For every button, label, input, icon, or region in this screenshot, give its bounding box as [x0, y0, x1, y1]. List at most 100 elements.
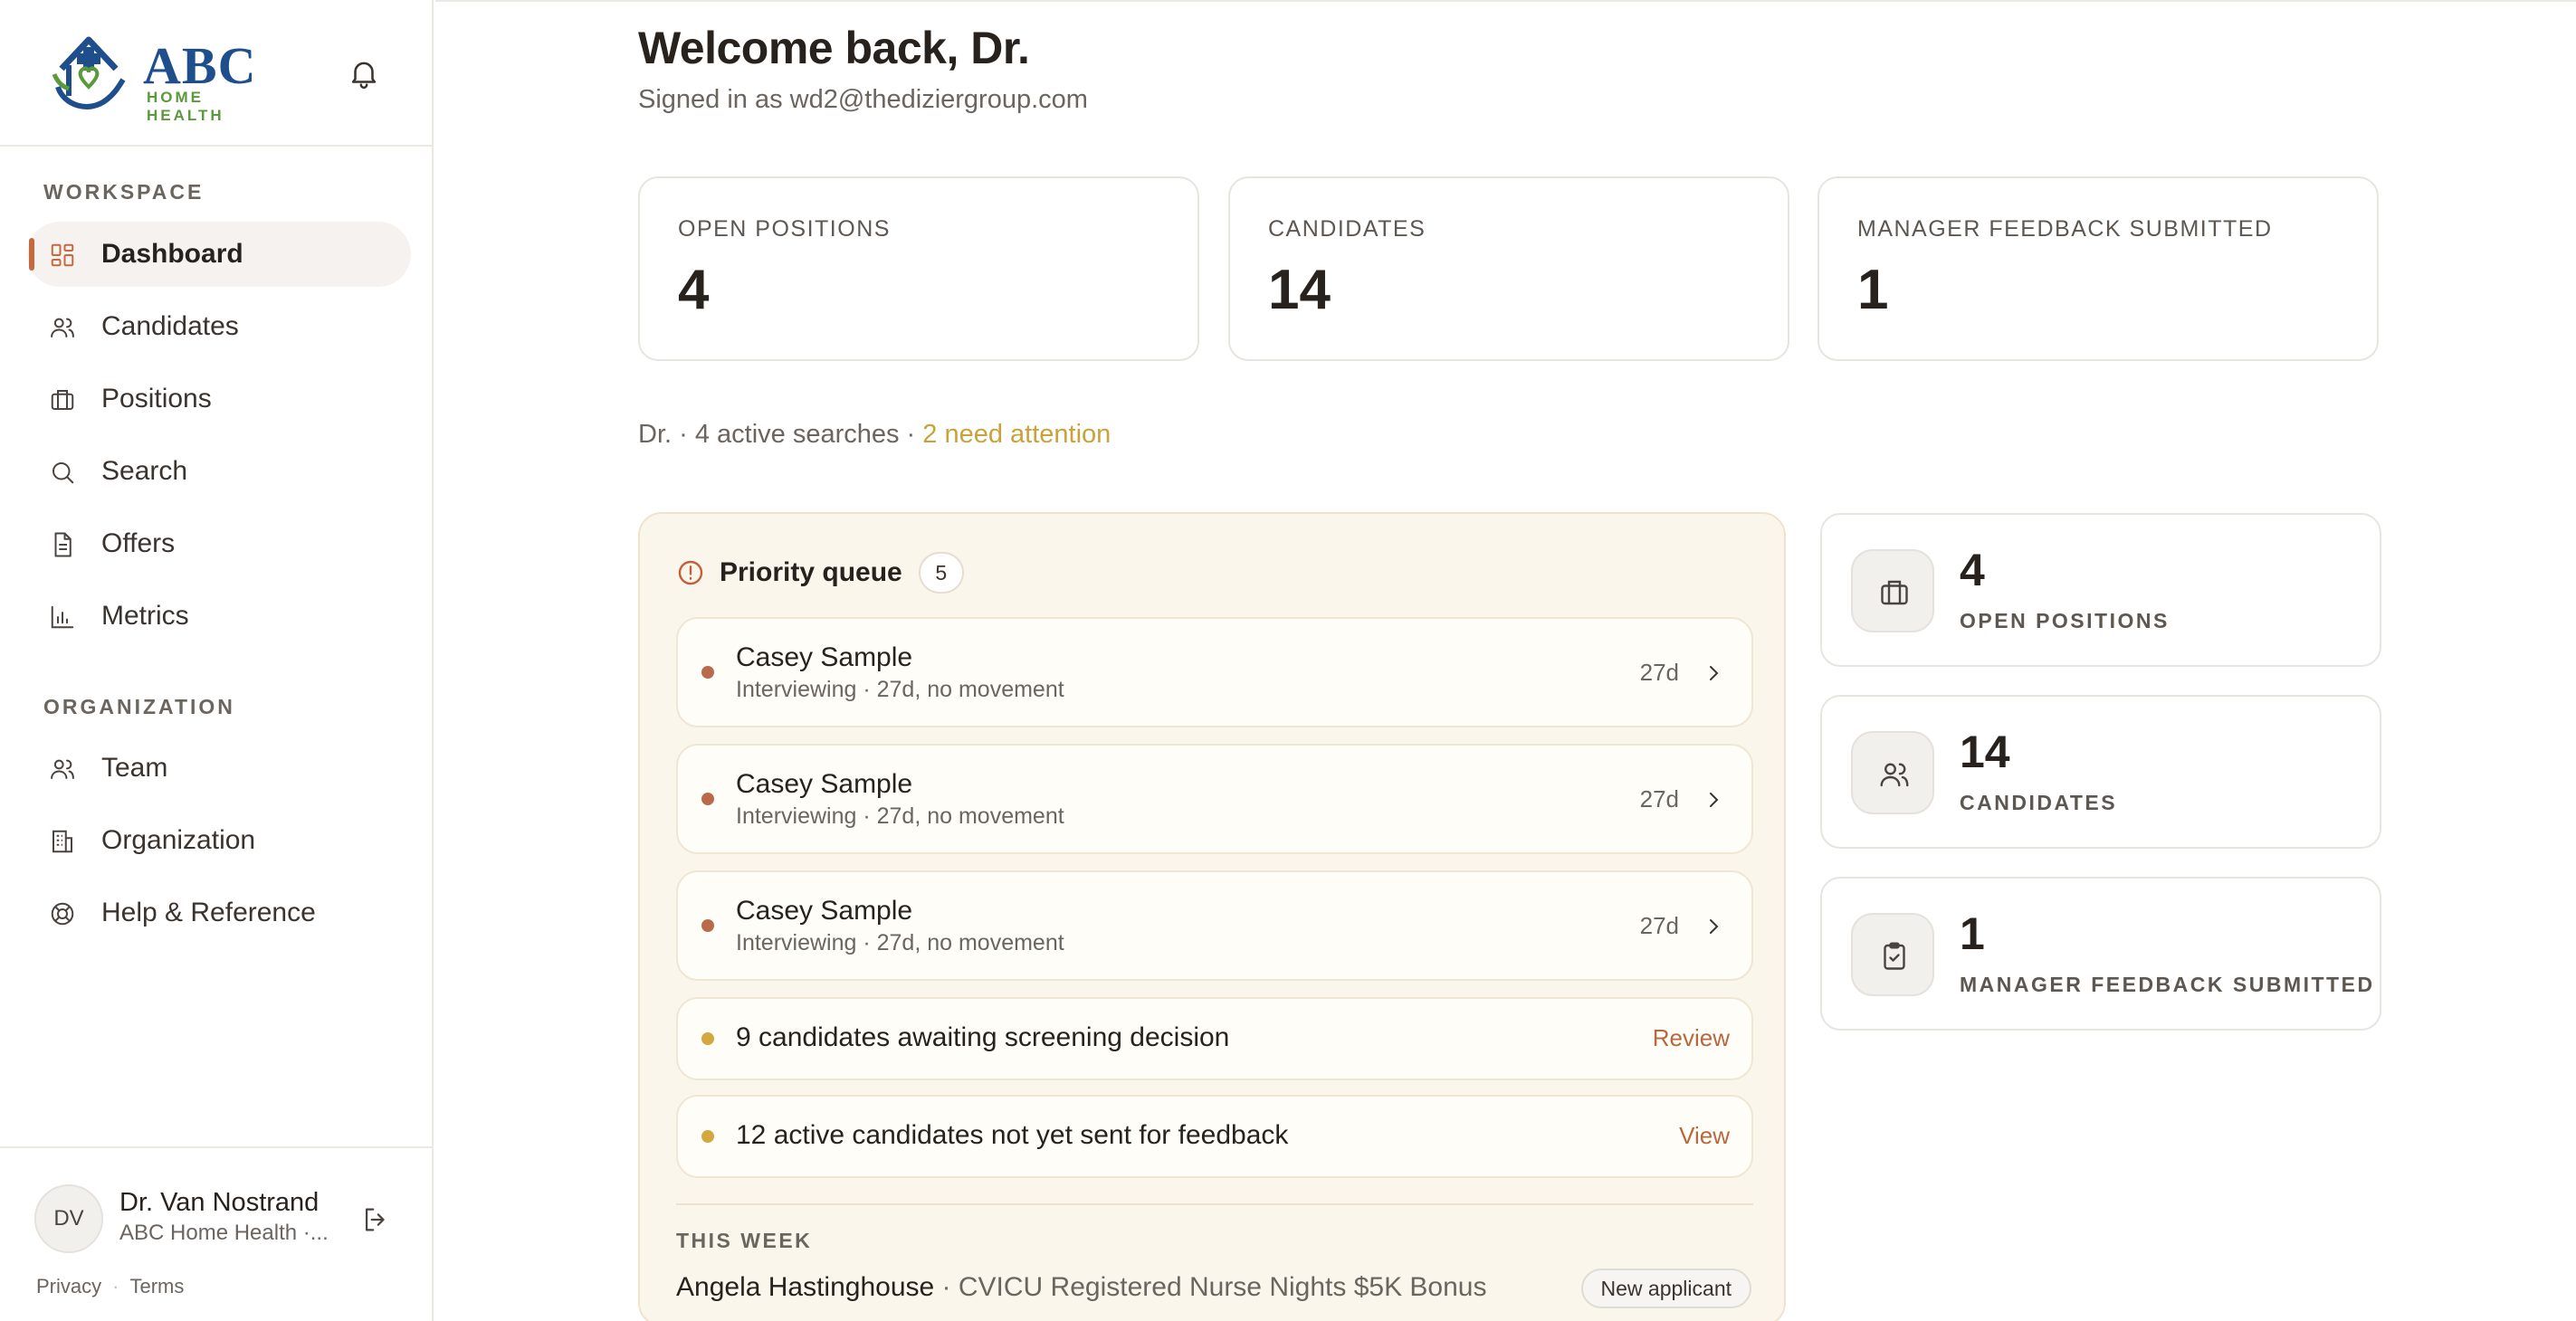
- sidebar-item-label: Metrics: [101, 601, 189, 631]
- privacy-link[interactable]: Privacy: [36, 1275, 101, 1297]
- briefcase-icon: [51, 390, 74, 410]
- sidebar: ABC HOME HEALTH WORKSPACE Dashboard Cand…: [0, 0, 434, 1321]
- footer-links: Privacy · Terms: [36, 1275, 184, 1298]
- queue-candidate-row[interactable]: Casey Sample Interviewing · 27d, no move…: [676, 744, 1753, 854]
- candidate-status: Interviewing · 27d, no movement: [736, 930, 1064, 955]
- logo-text: ABC: [143, 36, 257, 95]
- sidebar-item-label: Team: [101, 753, 168, 783]
- clipboard-check-icon: [1884, 942, 1905, 970]
- status-badge: New applicant: [1580, 1269, 1751, 1308]
- status-dot: [701, 793, 714, 805]
- stat-value: 4: [678, 259, 710, 321]
- sidebar-item-candidates[interactable]: Candidates: [27, 294, 411, 359]
- stat-value: 1: [1857, 259, 1889, 321]
- dashboard-icon: [51, 243, 74, 267]
- view-link[interactable]: View: [1679, 1122, 1730, 1150]
- users-icon: [51, 318, 74, 337]
- footer-separator: ·: [112, 1275, 119, 1297]
- sidebar-item-label: Positions: [101, 384, 212, 413]
- priority-queue: Priority queue 5 Casey Sample Interviewi…: [638, 512, 1786, 1321]
- team-icon: [51, 759, 74, 779]
- building-icon: [52, 830, 72, 853]
- top-divider: [435, 0, 2576, 2]
- mini-card-candidates[interactable]: 14 CANDIDATES: [1820, 695, 2381, 849]
- candidate-status: Interviewing · 27d, no movement: [736, 803, 1064, 829]
- logout-icon[interactable]: [360, 1204, 391, 1235]
- brand-header: ABC HOME HEALTH: [0, 0, 432, 147]
- candidate-name: Casey Sample: [736, 642, 913, 672]
- sidebar-item-help[interactable]: Help & Reference: [27, 880, 411, 946]
- sidebar-item-metrics[interactable]: Metrics: [27, 584, 411, 649]
- users-icon-tile: [1851, 731, 1934, 814]
- candidate-status: Interviewing · 27d, no movement: [736, 677, 1064, 702]
- avatar[interactable]: DV: [34, 1184, 103, 1253]
- terms-link[interactable]: Terms: [129, 1275, 184, 1297]
- candidate-age: 27d: [1639, 785, 1679, 813]
- mini-card-value: 1: [1960, 908, 1985, 959]
- sidebar-item-label: Offers: [101, 528, 176, 558]
- main-content: Welcome back, Dr. Signed in as wd2@thedi…: [435, 0, 2576, 1321]
- abc-home-health-logo[interactable]: ABC HOME HEALTH: [52, 33, 279, 124]
- candidate-age: 27d: [1639, 912, 1679, 939]
- queue-task-row[interactable]: 12 active candidates not yet sent for fe…: [676, 1095, 1753, 1178]
- task-text: 12 active candidates not yet sent for fe…: [736, 1120, 1289, 1150]
- document-icon: [54, 532, 72, 557]
- sidebar-item-positions[interactable]: Positions: [27, 366, 411, 432]
- priority-queue-count: 5: [918, 552, 964, 594]
- workspace-section-label: WORKSPACE: [43, 180, 205, 204]
- lifebuoy-icon: [51, 902, 74, 926]
- sidebar-item-label: Help & Reference: [101, 898, 316, 927]
- user-org: ABC Home Health ·...: [119, 1221, 329, 1245]
- chevron-right-icon: [1710, 793, 1719, 807]
- applicant-name: Angela Hastinghouse: [676, 1272, 935, 1302]
- mini-card-manager-feedback[interactable]: 1 MANAGER FEEDBACK SUBMITTED: [1820, 877, 2381, 1031]
- review-link[interactable]: Review: [1653, 1024, 1730, 1052]
- sidebar-item-dashboard[interactable]: Dashboard: [27, 222, 411, 287]
- sidebar-item-label: Candidates: [101, 311, 239, 341]
- alert-circle-icon: [678, 560, 703, 585]
- signed-in-text: Signed in as wd2@thediziergroup.com: [638, 85, 1088, 114]
- priority-queue-header: Priority queue 5: [676, 552, 964, 594]
- priority-queue-title: Priority queue: [720, 557, 902, 587]
- mini-card-value: 4: [1960, 545, 1985, 595]
- need-attention-link[interactable]: 2 need attention: [922, 420, 1111, 449]
- user-profile: DV Dr. Van Nostrand ABC Home Health ·...…: [0, 1146, 434, 1321]
- queue-candidate-row[interactable]: Casey Sample Interviewing · 27d, no move…: [676, 870, 1753, 981]
- queue-candidate-row[interactable]: Casey Sample Interviewing · 27d, no move…: [676, 617, 1753, 727]
- chevron-right-icon: [1710, 666, 1719, 680]
- applicant-position: · CVICU Registered Nurse Nights $5K Bonu…: [934, 1272, 1487, 1302]
- this-week-item[interactable]: Angela Hastinghouse · CVICU Registered N…: [676, 1272, 1486, 1303]
- status-dot: [701, 919, 714, 932]
- task-text: 9 candidates awaiting screening decision: [736, 1022, 1230, 1052]
- users-icon: [1880, 763, 1909, 787]
- candidate-name: Casey Sample: [736, 769, 913, 799]
- logo-subtext: HOME HEALTH: [147, 89, 224, 124]
- mini-card-open-positions[interactable]: 4 OPEN POSITIONS: [1820, 513, 2381, 667]
- sidebar-item-search[interactable]: Search: [27, 439, 411, 504]
- stat-card-manager-feedback[interactable]: MANAGER FEEDBACK SUBMITTED 1: [1818, 176, 2379, 361]
- queue-task-row[interactable]: 9 candidates awaiting screening decision…: [676, 997, 1753, 1080]
- sidebar-item-offers[interactable]: Offers: [27, 511, 411, 576]
- mini-card-label: MANAGER FEEDBACK SUBMITTED: [1960, 973, 2375, 996]
- page-title: Welcome back, Dr.: [638, 23, 1030, 73]
- stat-label: CANDIDATES: [1268, 216, 1426, 242]
- notifications-bell-icon[interactable]: [347, 56, 381, 90]
- status-dot: [701, 1130, 714, 1143]
- mini-card-label: CANDIDATES: [1960, 791, 2118, 814]
- search-summary: Dr. · 4 active searches · 2 need attenti…: [638, 420, 1111, 450]
- user-name: Dr. Van Nostrand: [119, 1188, 320, 1217]
- sidebar-item-label: Search: [101, 456, 188, 486]
- mini-card-value: 14: [1960, 727, 2010, 777]
- stat-card-candidates[interactable]: CANDIDATES 14: [1228, 176, 1789, 361]
- mini-card-label: OPEN POSITIONS: [1960, 609, 2170, 632]
- sidebar-item-organization[interactable]: Organization: [27, 808, 411, 873]
- bar-chart-icon: [51, 605, 74, 629]
- sidebar-item-label: Organization: [101, 825, 256, 855]
- sidebar-item-team[interactable]: Team: [27, 736, 411, 801]
- this-week-label: THIS WEEK: [676, 1229, 813, 1252]
- stat-value: 14: [1268, 259, 1331, 321]
- briefcase-icon-tile: [1851, 549, 1934, 632]
- divider: [676, 1203, 1753, 1205]
- stat-card-open-positions[interactable]: OPEN POSITIONS 4: [638, 176, 1199, 361]
- status-dot: [701, 666, 714, 679]
